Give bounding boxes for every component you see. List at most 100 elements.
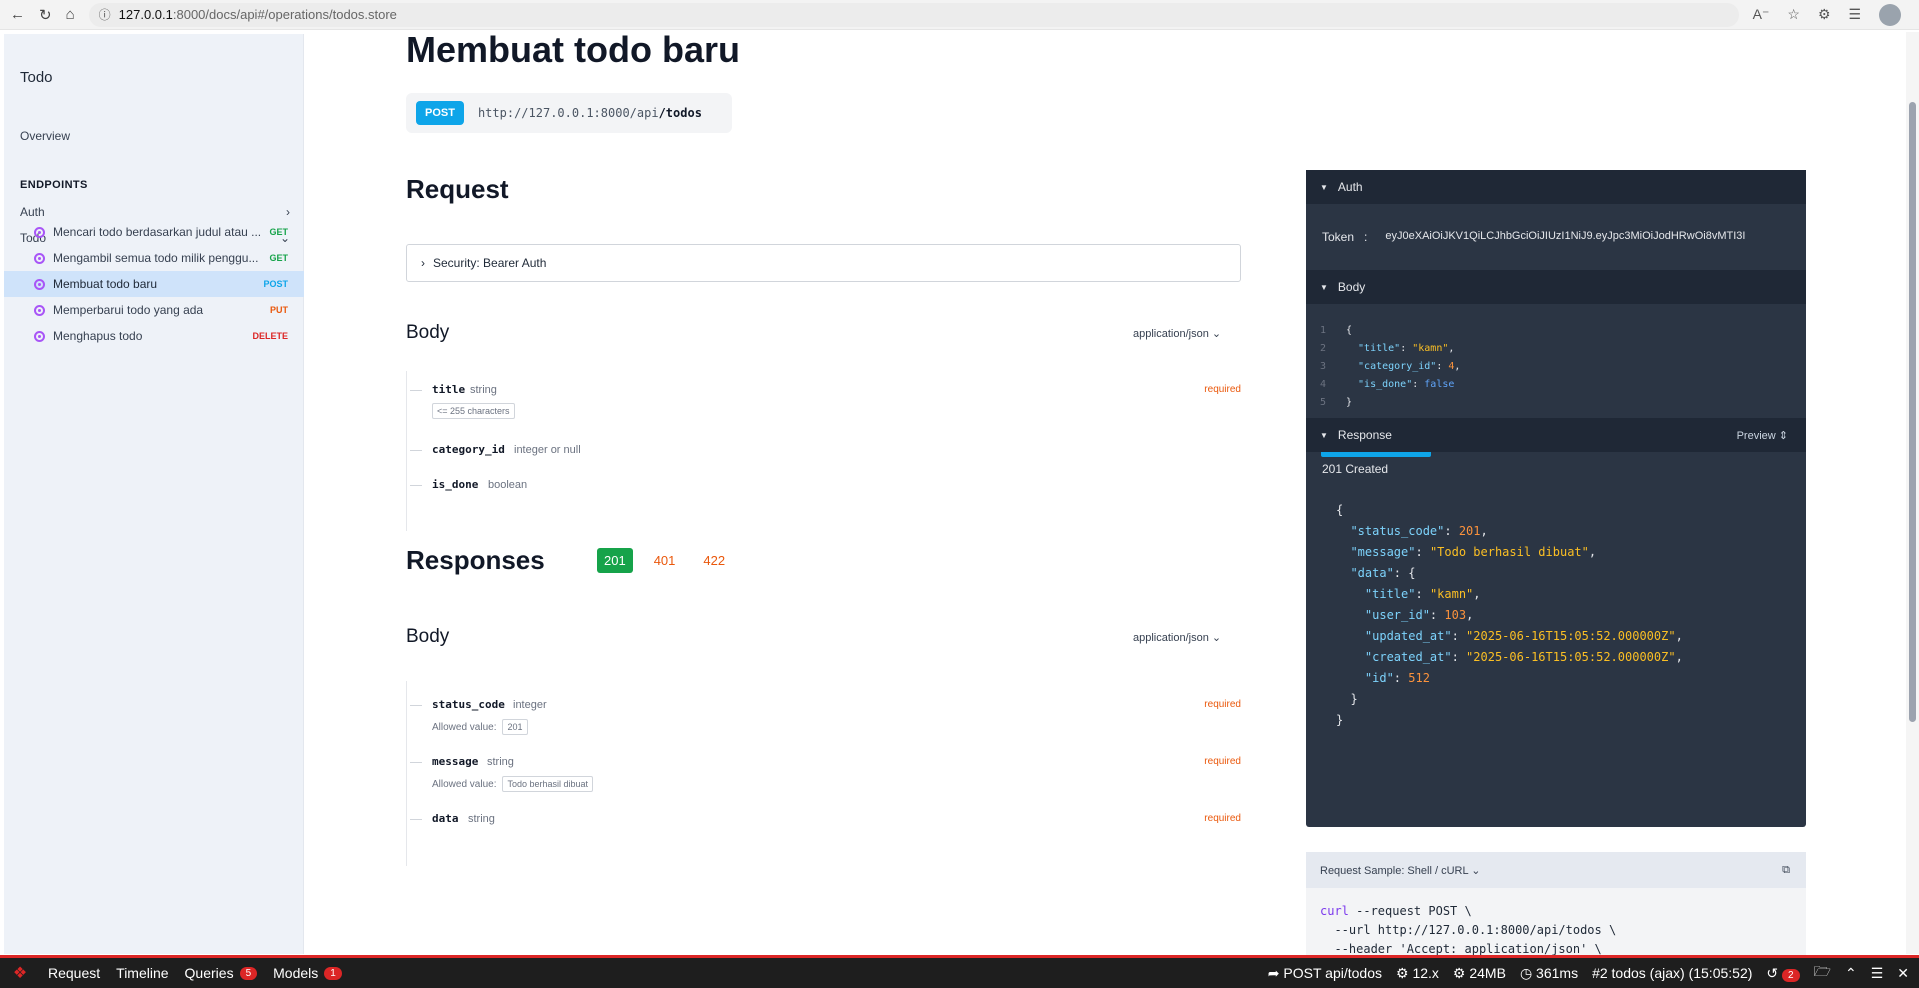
request-body-editor[interactable]: 1{ 2 "title": "kamn", 3 "category_id": 4… [1320, 322, 1460, 412]
field-type: string [470, 384, 497, 396]
body-heading: Body [406, 322, 450, 343]
route-info[interactable]: ➦ POST api/todos [1268, 965, 1382, 982]
page-title: Membuat todo baru [406, 31, 740, 70]
sample-language-select[interactable]: Request Sample: Shell / cURL ⌄ [1320, 864, 1480, 877]
caret-down-icon: ▼ [1320, 282, 1328, 292]
token-row[interactable]: Token : eyJ0eXAiOiJKV1QiLCJhbGciOiJIUzI1… [1322, 230, 1745, 244]
favorites-icon[interactable]: ☰ [1849, 6, 1862, 23]
field-type: integer [513, 699, 547, 711]
scrollbar-thumb[interactable] [1909, 102, 1916, 722]
sidebar-item-update-todo[interactable]: Memperbarui todo yang ada PUT [4, 297, 304, 323]
curl-cmd: curl [1320, 904, 1349, 918]
debug-bar: ❖ Request Timeline Queries 5 Models 1 ➦ PO… [0, 955, 1919, 988]
allowed-label: Allowed value: [432, 721, 497, 733]
page-scrollbar[interactable] [1906, 32, 1919, 954]
webhook-icon [34, 278, 45, 290]
request-heading: Request [406, 174, 509, 204]
method-badge: POST [263, 279, 288, 289]
debug-tab-models[interactable]: Models 1 [265, 965, 350, 981]
address-bar[interactable]: ⓘ 127.0.0.1:8000/docs/api#/operations/to… [88, 2, 1739, 27]
count-badge: 2 [1782, 968, 1800, 982]
request-field-title: title string required <= 255 characters [406, 383, 1241, 419]
field-type: string [468, 813, 495, 825]
field-type: string [487, 756, 514, 768]
required-label: required [1204, 756, 1241, 767]
debug-tab-timeline[interactable]: Timeline [108, 965, 176, 981]
tree-tick [410, 485, 422, 486]
method-badge: PUT [270, 305, 288, 315]
auth-heading: Auth [1337, 180, 1363, 194]
sidebar-group-auth[interactable]: Auth › [20, 205, 290, 219]
response-field-message: message string required Allowed value: To… [406, 755, 1241, 792]
content-type-label: application/json [1133, 328, 1209, 340]
sidebar-item-create-todo[interactable]: Membuat todo baru POST [4, 271, 304, 297]
debug-tab-queries[interactable]: Queries 5 [177, 965, 266, 981]
line-number: 5 [1320, 397, 1327, 408]
token-value[interactable]: eyJ0eXAiOiJKV1QiLCJhbGciOiJIUzI1NiJ9.eyJ… [1385, 230, 1745, 244]
sidebar-item-search-todo[interactable]: Mencari todo berdasarkan judul atau ... … [4, 219, 304, 245]
php-version: ⚙ 12.x [1395, 964, 1439, 981]
laravel-logo-icon[interactable]: ❖ [0, 963, 40, 983]
request-sample: Request Sample: Shell / cURL ⌄ ⧉ curl --… [1306, 852, 1806, 972]
content-type-select[interactable]: application/json ⌄ [1133, 327, 1221, 340]
field-name: is_done [432, 478, 479, 491]
favorite-star-icon[interactable]: ☆ [1787, 6, 1800, 23]
method-badge: POST [416, 101, 464, 125]
sidebar-item-delete-todo[interactable]: Menghapus todo DELETE [4, 323, 304, 349]
request-selector[interactable]: #2 todos (ajax) (15:05:52) [1592, 965, 1752, 981]
memory-usage: ⚙ 24MB [1452, 964, 1506, 981]
profile-avatar[interactable] [1879, 3, 1902, 26]
read-aloud-icon[interactable]: A⁻ [1753, 6, 1770, 23]
required-label: required [1204, 699, 1241, 710]
debug-tab-label: Request [48, 965, 101, 981]
close-icon[interactable]: ✕ [1897, 965, 1909, 982]
resp-user-id: 103 [1444, 608, 1467, 622]
line-number: 2 [1320, 343, 1327, 354]
curl-line: --url http://127.0.0.1:8000/api/todos \ [1320, 923, 1617, 937]
chevron-up-icon[interactable]: ⌃ [1845, 965, 1857, 982]
settings-icon[interactable]: ☰ [1871, 965, 1884, 982]
tab-response-401[interactable]: 401 [647, 548, 683, 573]
folder-icon[interactable]: 🗁 [1814, 961, 1831, 985]
preview-label: Preview [1736, 429, 1776, 442]
route-label: POST api/todos [1283, 964, 1382, 981]
sidebar-overview-link[interactable]: Overview [20, 129, 70, 143]
response-status: 201 Created [1322, 462, 1389, 476]
line-number: 3 [1320, 361, 1327, 372]
body-section-header[interactable]: ▼ Body [1306, 270, 1806, 304]
body-title-value: "kamn" [1412, 343, 1449, 354]
response-field-status-code: status_code integer required Allowed val… [406, 698, 1241, 735]
back-icon[interactable]: ← [10, 5, 25, 25]
body-isdone-value: false [1424, 379, 1455, 390]
url-host: 127.0.0.1 [118, 7, 173, 22]
sort-icon: ⇕ [1778, 429, 1788, 442]
security-label: Security: Bearer Auth [433, 256, 547, 270]
resp-updated-at: "2025-06-16T15:05:52.000000Z" [1466, 629, 1676, 643]
refresh-icon[interactable]: ↻ [39, 5, 52, 25]
response-content-type-select[interactable]: application/json ⌄ [1133, 631, 1221, 644]
sidebar-item-list-todos[interactable]: Mengambil semua todo milik penggu... GET [4, 245, 304, 271]
extensions-icon[interactable]: ⚙ [1818, 6, 1831, 23]
tab-response-201[interactable]: 201 [597, 548, 633, 573]
url-path: :8000/docs/api#/operations/todos.store [172, 7, 397, 22]
constraint-chip: <= 255 characters [432, 403, 515, 419]
response-section-header[interactable]: ▼ Response Preview ⇕ [1306, 418, 1806, 452]
auth-section-header[interactable]: ▼ Auth [1306, 170, 1806, 204]
resp-message: "Todo berhasil dibuat" [1429, 545, 1589, 559]
preview-select[interactable]: Preview ⇕ [1737, 429, 1788, 442]
debug-tab-request[interactable]: Request [40, 965, 108, 981]
tree-tick [410, 762, 422, 763]
browser-toolbar: ← ↻ ⌂ ⓘ 127.0.0.1:8000/docs/api#/operati… [0, 0, 1919, 30]
home-icon[interactable]: ⌂ [66, 5, 75, 25]
request-duration: ◷ 361ms [1519, 964, 1579, 981]
allowed-value: Allowed value: Todo berhasil dibuat [432, 776, 594, 792]
security-accordion[interactable]: › Security: Bearer Auth [406, 244, 1241, 282]
webhook-icon [34, 226, 45, 238]
copy-icon[interactable]: ⧉ [1782, 864, 1790, 877]
method-badge: GET [269, 253, 288, 263]
history-icon[interactable]: ↺ 2 [1766, 965, 1800, 982]
chevron-down-icon: ⌄ [1211, 328, 1222, 340]
count-badge: 5 [239, 966, 258, 980]
tab-response-422[interactable]: 422 [696, 548, 732, 573]
content-type-label: application/json [1133, 632, 1209, 644]
